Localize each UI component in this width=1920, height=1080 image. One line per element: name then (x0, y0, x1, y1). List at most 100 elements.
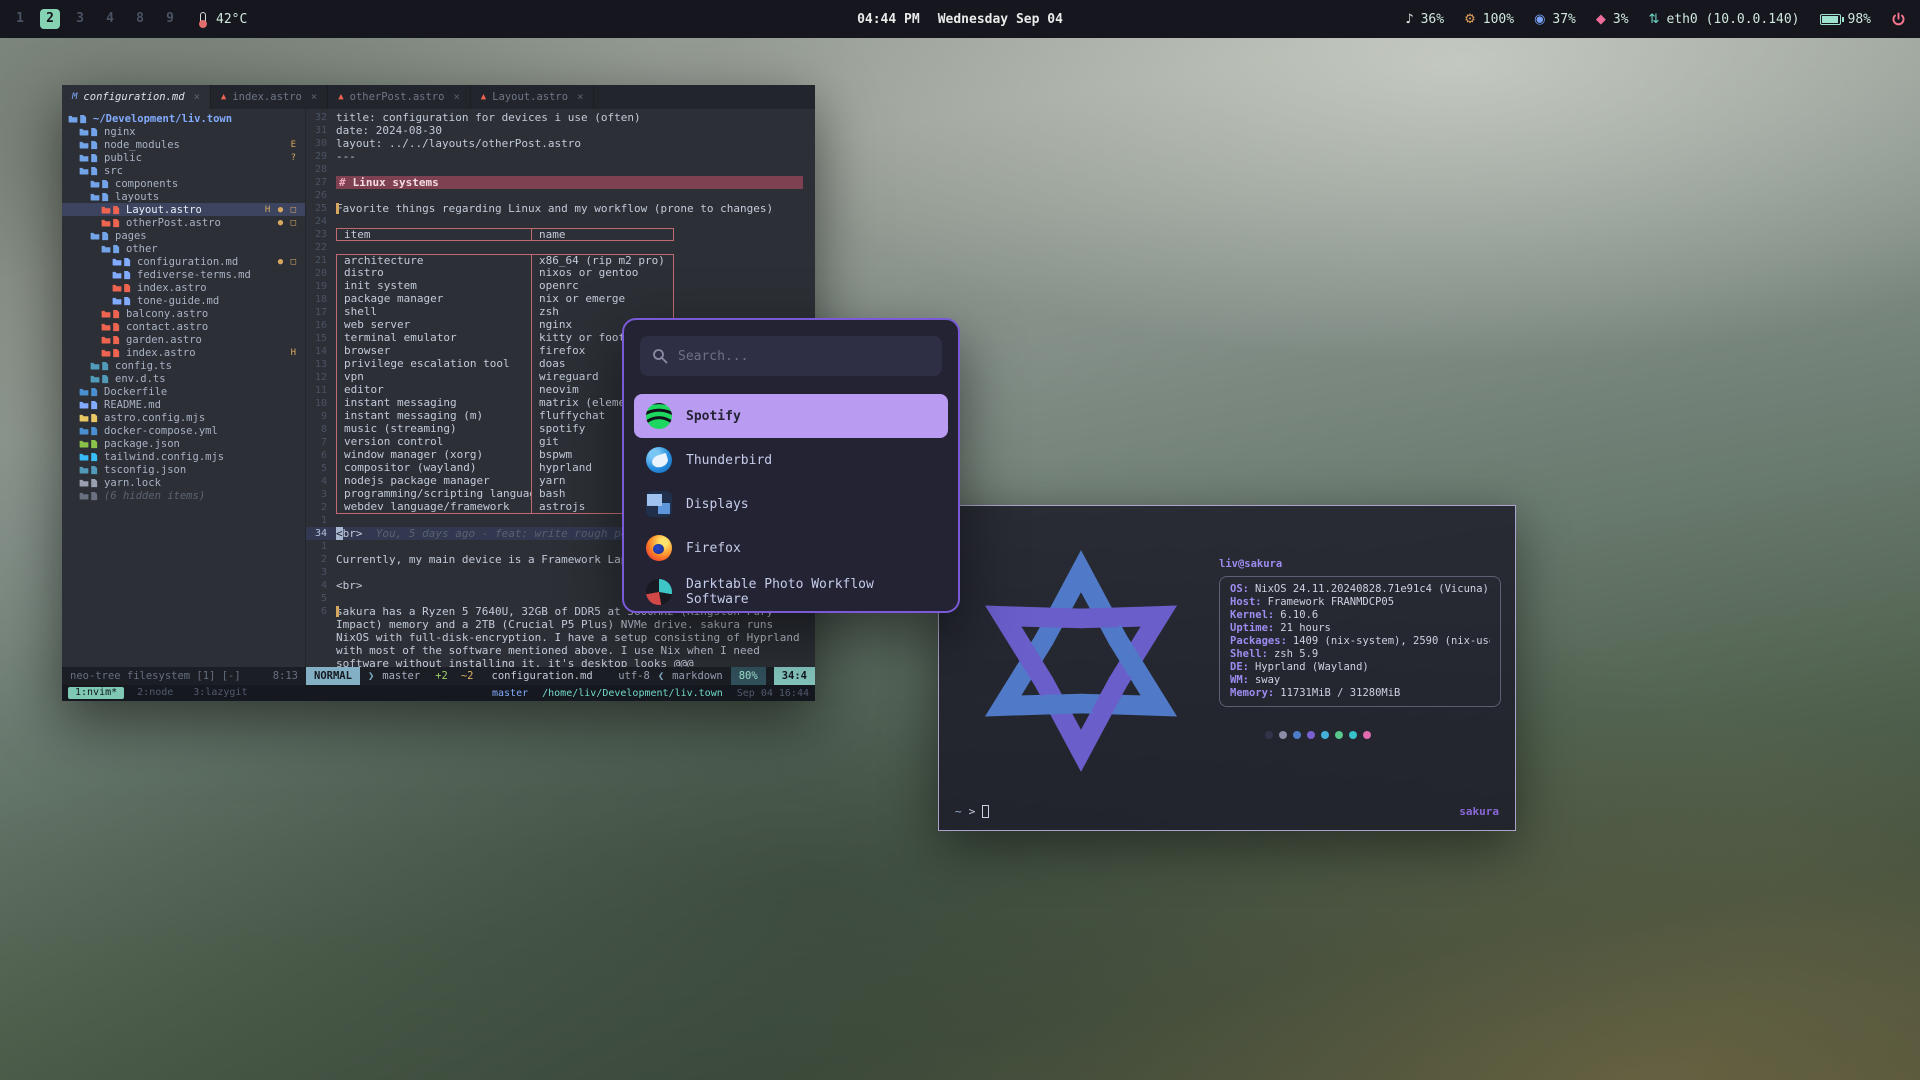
tree-item-label: env.d.ts (115, 373, 166, 385)
line-number: 32 (306, 111, 336, 124)
module-icon: ◆ (1596, 12, 1606, 27)
tree-item[interactable]: garden.astro (62, 333, 305, 346)
tree-item[interactable]: layouts (62, 190, 305, 203)
tree-item[interactable]: components (62, 177, 305, 190)
search-input[interactable] (678, 349, 930, 364)
workspace-button[interactable]: 4 (100, 9, 120, 29)
tree-item-label: balcony.astro (126, 308, 208, 320)
tree-item[interactable]: src (62, 164, 305, 177)
fetch-value: 21 hours (1280, 622, 1331, 635)
thermometer-icon (200, 12, 206, 26)
tree-item[interactable]: public ? (62, 151, 305, 164)
tree-item[interactable]: balcony.astro (62, 307, 305, 320)
editor-tab[interactable]: ▲ otherPost.astro × (328, 85, 471, 109)
tmux-window[interactable]: 2:node (130, 687, 180, 699)
file-type-icon: ▲ (221, 92, 226, 102)
terminal-window: liv@sakura OS: NixOS 24.11.20240828.71e9… (938, 505, 1516, 831)
tree-item[interactable]: Dockerfile (62, 385, 305, 398)
editor-tab[interactable]: M configuration.md × (62, 85, 211, 109)
battery-module[interactable]: 98% (1820, 12, 1871, 27)
tree-item[interactable]: contact.astro (62, 320, 305, 333)
line-number: 12 (306, 371, 336, 384)
workspace-button[interactable]: 9 (160, 9, 180, 29)
temperature-value: 42°C (216, 12, 247, 27)
table-cell-item: music (streaming) (336, 423, 532, 436)
tree-item[interactable]: ~/Development/liv.town (62, 112, 305, 125)
tree-item[interactable]: (6 hidden items) (62, 489, 305, 502)
table-header-item: item (336, 228, 532, 241)
launcher-item[interactable]: Spotify (634, 394, 948, 438)
temperature-module[interactable]: 42°C (200, 12, 247, 27)
launcher-item[interactable]: Displays (634, 482, 948, 526)
app-icon (646, 447, 672, 473)
workspace-button[interactable]: 8 (130, 9, 150, 29)
tree-item-label: index.astro (126, 347, 196, 359)
workspace-button[interactable]: 1 (10, 9, 30, 29)
tree-item[interactable]: index.astro (62, 281, 305, 294)
statusline-separator: ❮ (658, 670, 664, 682)
neotree-status-pos: 8:13 (273, 670, 298, 682)
launcher-item[interactable]: Firefox (634, 526, 948, 570)
table-cell-item: compositor (wayland) (336, 462, 532, 475)
line-number: 29 (306, 150, 336, 163)
file-icon (79, 452, 99, 462)
workspace-button[interactable]: 2 (40, 9, 60, 29)
file-icon (101, 244, 121, 254)
tree-item[interactable]: README.md (62, 398, 305, 411)
tab-close-icon[interactable]: × (453, 91, 459, 103)
bar-module[interactable]: ⚙ 100% (1464, 12, 1514, 27)
tmux-window[interactable]: 3:lazygit (186, 687, 254, 699)
tree-item[interactable]: otherPost.astro ● □ (62, 216, 305, 229)
tree-item[interactable]: tsconfig.json (62, 463, 305, 476)
bar-module[interactable]: ♪ 36% (1405, 12, 1444, 27)
tree-item-label: yarn.lock (104, 477, 161, 489)
tree-item[interactable]: package.json (62, 437, 305, 450)
file-icon (79, 426, 99, 436)
launcher-item[interactable]: Darktable Photo Workflow Software (634, 570, 948, 613)
tree-item-label: garden.astro (126, 334, 202, 346)
bar-module[interactable]: ◉ 37% (1534, 12, 1576, 27)
search-box[interactable] (640, 336, 942, 376)
tree-item[interactable]: astro.config.mjs (62, 411, 305, 424)
workspace-button[interactable]: 3 (70, 9, 90, 29)
tree-item[interactable]: index.astro H (62, 346, 305, 359)
tree-item-label: tone-guide.md (137, 295, 219, 307)
line-number: 6 (306, 605, 336, 618)
tree-item[interactable]: fediverse-terms.md (62, 268, 305, 281)
tree-item[interactable]: docker-compose.yml (62, 424, 305, 437)
tree-item[interactable]: other (62, 242, 305, 255)
tab-close-icon[interactable]: × (577, 91, 583, 103)
editor-line: 28 (306, 163, 815, 176)
tree-item[interactable]: nginx (62, 125, 305, 138)
editor-tab[interactable]: ▲ index.astro × (211, 85, 328, 109)
file-icon (101, 218, 121, 228)
launcher-item[interactable]: Thunderbird (634, 438, 948, 482)
tree-item-label: config.ts (115, 360, 172, 372)
table-cell-item: shell (336, 306, 532, 319)
line-number: 15 (306, 332, 336, 345)
tree-item[interactable]: pages (62, 229, 305, 242)
tree-item[interactable]: tone-guide.md (62, 294, 305, 307)
power-button[interactable] (1891, 12, 1906, 27)
shell-prompt[interactable]: ~ > (955, 805, 989, 818)
bar-module[interactable]: ⇅ eth0 (10.0.0.140) (1649, 12, 1800, 27)
tab-close-icon[interactable]: × (194, 91, 200, 103)
table-row: 21 architecture x86_64 (rip m2 pro) (306, 254, 815, 267)
tree-item[interactable]: tailwind.config.mjs (62, 450, 305, 463)
tree-item-label: tsconfig.json (104, 464, 186, 476)
tree-item[interactable]: configuration.md ● □ (62, 255, 305, 268)
tree-item[interactable]: node_modules E (62, 138, 305, 151)
file-encoding: utf-8 (618, 670, 650, 682)
file-icon (101, 205, 121, 215)
editor-tab[interactable]: ▲ Layout.astro × (471, 85, 595, 109)
tab-close-icon[interactable]: × (311, 91, 317, 103)
line-number: 11 (306, 384, 336, 397)
tmux-window[interactable]: 1:nvim* (68, 687, 124, 699)
tree-item[interactable]: Layout.astro H ● □ (62, 203, 305, 216)
tree-item[interactable]: yarn.lock (62, 476, 305, 489)
tree-item[interactable]: env.d.ts (62, 372, 305, 385)
bar-module[interactable]: ◆ 3% (1596, 12, 1629, 27)
fetch-line: Packages: 1409 (nix-system), 2590 (nix-u… (1230, 635, 1490, 648)
tree-item[interactable]: config.ts (62, 359, 305, 372)
module-icon: ◉ (1534, 12, 1545, 27)
